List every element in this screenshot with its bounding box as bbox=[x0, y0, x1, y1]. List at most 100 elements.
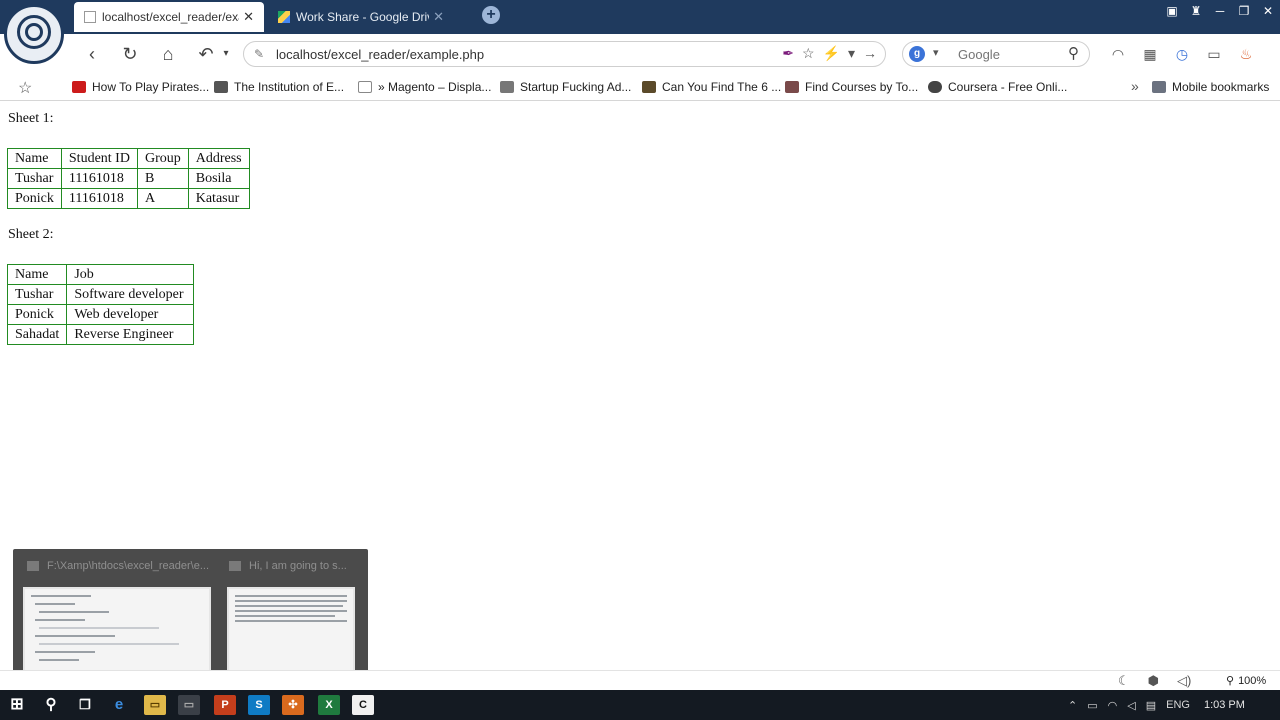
search-input[interactable] bbox=[958, 45, 1058, 63]
address-bar[interactable]: ✎ localhost/excel_reader/example.php ✒ ☆… bbox=[243, 41, 886, 67]
wifi-icon[interactable]: ◠ bbox=[1108, 44, 1128, 64]
window-icon bbox=[229, 561, 241, 571]
search-bar[interactable]: g ▾ ⚲ bbox=[902, 41, 1090, 67]
tab-strip: localhost/excel_reader/exa ✕ Work Share … bbox=[0, 0, 1280, 34]
volume-icon[interactable]: ◁ bbox=[1127, 699, 1135, 712]
table-cell: Student ID bbox=[60, 148, 138, 169]
editor-icon[interactable]: C bbox=[352, 695, 374, 715]
page-icon bbox=[358, 81, 372, 93]
address-text[interactable]: localhost/excel_reader/example.php bbox=[276, 47, 484, 62]
zoom-control[interactable]: ⚲ 100% bbox=[1226, 674, 1266, 688]
bookmark-item[interactable]: Coursera - Free Onli... bbox=[928, 80, 1067, 94]
printer-icon[interactable]: ▭ bbox=[1204, 44, 1224, 64]
excel-icon[interactable]: X bbox=[318, 695, 340, 715]
bookmark-item[interactable]: The Institution of E... bbox=[214, 80, 344, 94]
mobile-bookmarks[interactable]: Mobile bookmarks bbox=[1152, 80, 1269, 94]
search-icon[interactable]: ⚲ bbox=[1068, 44, 1079, 62]
extension-icons: ◠ ▦ ◷ ▭ ♨ bbox=[1108, 44, 1256, 64]
search-icon[interactable]: ⚲ bbox=[40, 695, 62, 715]
pin-icon[interactable]: ♜ bbox=[1184, 0, 1208, 24]
system-tray: ⌃ ▭ ◠ ◁ ▤ ENG 1:03 PM bbox=[1068, 690, 1245, 720]
sheet1-label: Sheet 1: bbox=[8, 111, 54, 126]
google-icon[interactable]: g bbox=[909, 46, 925, 62]
window-icon bbox=[27, 561, 39, 571]
sheet2-table: Name Job Tushar Software developer Ponic… bbox=[6, 264, 195, 345]
file-explorer-icon[interactable]: ▭ bbox=[144, 695, 166, 715]
new-tab-button[interactable]: + bbox=[482, 6, 500, 24]
powerpoint-icon[interactable]: P bbox=[214, 695, 236, 715]
xampp-icon[interactable]: ✣ bbox=[282, 695, 304, 715]
drive-icon bbox=[278, 11, 290, 23]
preview-title[interactable]: Hi, I am going to s... bbox=[229, 560, 347, 572]
close-tab-icon[interactable]: ✕ bbox=[433, 9, 444, 25]
courses-icon bbox=[785, 81, 799, 93]
shield-icon[interactable]: ⬢ bbox=[1148, 673, 1159, 689]
sheet2-label: Sheet 2: bbox=[8, 227, 54, 242]
chevron-down-icon[interactable]: ▾ bbox=[214, 42, 238, 66]
skype-icon[interactable]: S bbox=[248, 695, 270, 715]
table-cell: Ponick bbox=[7, 188, 62, 209]
bookmarks-star-icon[interactable]: ☆ bbox=[18, 78, 32, 98]
folder-icon bbox=[1152, 81, 1166, 93]
table-cell: Reverse Engineer bbox=[66, 324, 195, 345]
navigation-toolbar: ‹ ↻ ⌂ ↶ ▾ ✎ localhost/excel_reader/examp… bbox=[0, 34, 1280, 74]
back-icon[interactable]: ‹ bbox=[80, 42, 104, 66]
bookmark-item[interactable]: How To Play Pirates... bbox=[72, 80, 209, 94]
taskbar-preview-popup: F:\Xamp\htdocs\excel_reader\e... Hi, I a… bbox=[13, 549, 368, 690]
message-icon[interactable]: ▤ bbox=[1146, 699, 1156, 712]
feather-icon[interactable]: ✒ bbox=[782, 45, 794, 62]
clock-icon[interactable]: ◷ bbox=[1172, 44, 1192, 64]
table-cell: Address bbox=[187, 148, 250, 169]
home-icon[interactable]: ⌂ bbox=[156, 42, 180, 66]
table-cell: A bbox=[136, 188, 189, 209]
reload-icon[interactable]: ↻ bbox=[118, 42, 142, 66]
window-thumbnail[interactable] bbox=[227, 587, 355, 679]
sheet1-table: Name Student ID Group Address Tushar 111… bbox=[7, 148, 250, 209]
go-arrow-icon[interactable]: → bbox=[863, 45, 877, 62]
more-bookmarks-icon[interactable]: » bbox=[1131, 78, 1139, 94]
windows-start-icon[interactable]: ⊞ bbox=[6, 695, 28, 715]
table-row: Tushar Software developer bbox=[6, 284, 195, 305]
chevron-down-icon[interactable]: ▾ bbox=[933, 46, 939, 59]
volume-icon[interactable]: ◁) bbox=[1177, 673, 1191, 689]
table-row: Tushar 11161018 B Bosila bbox=[7, 168, 250, 189]
battery-icon[interactable]: ▭ bbox=[1087, 699, 1097, 712]
table-cell: 11161018 bbox=[60, 188, 138, 209]
window-menu-icon[interactable]: ▣ bbox=[1160, 0, 1184, 24]
restore-button[interactable]: ❐ bbox=[1232, 0, 1256, 24]
table-cell: 11161018 bbox=[60, 168, 138, 189]
task-view-icon[interactable]: ❐ bbox=[74, 695, 96, 715]
grid-icon[interactable]: ▦ bbox=[1140, 44, 1160, 64]
coursera-icon bbox=[928, 81, 942, 93]
table-row: Name Student ID Group Address bbox=[7, 148, 250, 169]
clock[interactable]: 1:03 PM bbox=[1204, 699, 1245, 711]
minimize-button[interactable]: ─ bbox=[1208, 0, 1232, 24]
night-mode-icon[interactable]: ☾ bbox=[1118, 673, 1130, 689]
window-thumbnail[interactable] bbox=[23, 587, 211, 679]
fire-icon[interactable]: ♨ bbox=[1236, 44, 1256, 64]
dropdown-icon[interactable]: ▾ bbox=[848, 45, 855, 62]
bookmark-item[interactable]: Find Courses by To... bbox=[785, 80, 918, 94]
bookmark-star-icon[interactable]: ☆ bbox=[802, 45, 815, 62]
tab-google-drive[interactable]: Work Share - Google Drive ✕ bbox=[268, 2, 454, 32]
bookmark-item[interactable]: Startup Fucking Ad... bbox=[500, 80, 631, 94]
table-cell: Tushar bbox=[7, 168, 62, 189]
browser-logo-icon[interactable] bbox=[4, 4, 64, 64]
edge-icon[interactable]: e bbox=[108, 695, 130, 715]
site-icon bbox=[642, 81, 656, 93]
browser-taskbar-icon[interactable]: ▭ bbox=[178, 695, 200, 715]
preview-title[interactable]: F:\Xamp\htdocs\excel_reader\e... bbox=[27, 560, 209, 572]
language-indicator[interactable]: ENG bbox=[1166, 699, 1190, 711]
tab-title: Work Share - Google Drive bbox=[296, 10, 430, 24]
close-window-button[interactable]: ✕ bbox=[1256, 0, 1280, 24]
chevron-up-icon[interactable]: ⌃ bbox=[1068, 699, 1077, 712]
table-cell: Bosila bbox=[187, 168, 250, 189]
tab-excel-reader[interactable]: localhost/excel_reader/exa ✕ bbox=[74, 2, 264, 32]
lightning-icon[interactable]: ⚡ bbox=[823, 45, 840, 62]
close-tab-icon[interactable]: ✕ bbox=[243, 9, 254, 25]
network-icon[interactable]: ◠ bbox=[1108, 699, 1118, 712]
table-cell: Sahadat bbox=[6, 324, 68, 345]
bookmark-item[interactable]: Can You Find The 6 ... bbox=[642, 80, 781, 94]
bookmark-item[interactable]: » Magento – Displa... bbox=[358, 80, 491, 94]
site-info-icon[interactable]: ✎ bbox=[254, 47, 264, 61]
